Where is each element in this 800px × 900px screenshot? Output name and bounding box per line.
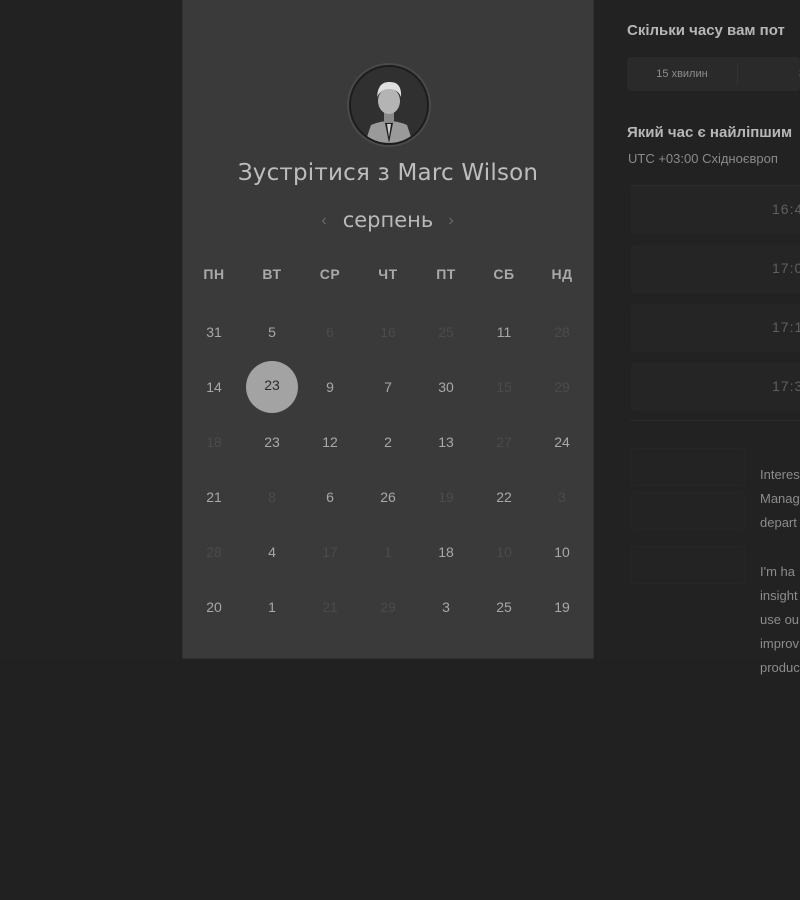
calendar-day[interactable]: 3 xyxy=(420,581,472,633)
placeholder-field xyxy=(630,546,746,584)
calendar-day[interactable]: 24 xyxy=(536,416,588,468)
time-slot-label: 17:3 xyxy=(772,378,800,394)
calendar-day[interactable]: 21 xyxy=(188,471,240,523)
calendar-day[interactable]: 1 xyxy=(246,581,298,633)
calendar-day: 8 xyxy=(268,489,276,505)
calendar-day[interactable]: 10 xyxy=(536,526,588,578)
selected-day[interactable]: 23 xyxy=(246,361,298,413)
time-slot-label: 17:1 xyxy=(772,319,800,335)
calendar-day[interactable]: 31 xyxy=(188,306,240,358)
note-line: Manag xyxy=(760,491,800,506)
placeholder-field xyxy=(630,492,746,530)
calendar-day: 19 xyxy=(438,489,454,505)
calendar-day: 18 xyxy=(206,434,222,450)
calendar-day[interactable]: 7 xyxy=(362,361,414,413)
calendar-day: 10 xyxy=(496,544,512,560)
note-paragraph: I'm ha insight use ou improv produc xyxy=(760,560,800,680)
time-slot-label: 16:4 xyxy=(772,201,800,217)
time-slot[interactable]: 17:3 xyxy=(631,363,800,411)
note-line: Interes xyxy=(760,467,800,482)
time-question: Який час є найліпшим xyxy=(627,124,793,141)
calendar-day: 29 xyxy=(380,599,396,615)
weekday-label: СР xyxy=(319,266,341,282)
calendar-day: 25 xyxy=(438,324,454,340)
timezone-selector[interactable]: UTC +03:00 Східноєвроп xyxy=(628,151,778,166)
note-line: depart xyxy=(760,515,797,530)
weekday-label: ПН xyxy=(203,266,225,282)
calendar-day: 27 xyxy=(496,434,512,450)
weekday-header: ПН ВТ СР ЧТ ПТ СБ НД xyxy=(185,266,591,290)
duration-option-30[interactable]: 30 хви xyxy=(737,57,800,91)
calendar-day: 3 xyxy=(558,489,566,505)
time-slot-label: 17:0 xyxy=(772,260,800,276)
calendar-day: 15 xyxy=(496,379,512,395)
calendar-day: 6 xyxy=(326,324,334,340)
host-note: Interes Manag depart I'm ha insight use … xyxy=(760,463,800,705)
calendar-day: 28 xyxy=(554,324,570,340)
duration-selector: 15 хвилин 30 хви xyxy=(627,57,800,91)
calendar-day[interactable]: 23 xyxy=(246,416,298,468)
duration-option-15[interactable]: 15 хвилин xyxy=(627,57,737,91)
calendar-day[interactable]: 30 xyxy=(420,361,472,413)
calendar-day: 16 xyxy=(380,324,396,340)
calendar-day[interactable]: 22 xyxy=(478,471,530,523)
time-slot[interactable]: 17:1 xyxy=(631,304,800,352)
chevron-right-icon[interactable]: › xyxy=(443,212,459,230)
calendar-day[interactable]: 12 xyxy=(304,416,356,468)
calendar-day[interactable]: 13 xyxy=(420,416,472,468)
calendar-day[interactable]: 5 xyxy=(246,306,298,358)
calendar-day[interactable]: 14 xyxy=(188,361,240,413)
duration-question: Скільки часу вам пот xyxy=(627,22,785,39)
calendar-day[interactable]: 18 xyxy=(420,526,472,578)
weekday-label: ЧТ xyxy=(378,266,398,282)
calendar-day: 28 xyxy=(206,544,222,560)
scheduler-card: Зустрітися з Marc Wilson ‹ серпень › ПН В… xyxy=(183,0,593,658)
calendar-day[interactable]: 2 xyxy=(362,416,414,468)
weekday-label: ПТ xyxy=(436,266,456,282)
time-slot[interactable]: 17:0 xyxy=(631,245,800,293)
booking-details: Скільки часу вам пот 15 хвилин 30 хви Як… xyxy=(594,0,800,675)
calendar-day: 17 xyxy=(322,544,338,560)
note-paragraph: Interes Manag depart xyxy=(760,463,800,535)
calendar-day: 29 xyxy=(554,379,570,395)
month-navigation: ‹ серпень › xyxy=(183,206,593,238)
calendar-day[interactable]: 9 xyxy=(304,361,356,413)
month-label: серпень xyxy=(342,208,434,232)
calendar-day[interactable]: 6 xyxy=(304,471,356,523)
calendar-grid: 31 5 6 16 25 11 28 14 23 9 7 30 15 29 18 23 12 2 13 27 24 21 8… xyxy=(185,300,591,640)
weekday-label: НД xyxy=(551,266,573,282)
page-backdrop xyxy=(0,660,800,900)
calendar-day[interactable]: 25 xyxy=(478,581,530,633)
calendar-day[interactable]: 11 xyxy=(478,306,530,358)
note-line: improv xyxy=(760,636,800,651)
placeholder-field xyxy=(630,448,746,486)
note-line: produc xyxy=(760,660,800,675)
time-slot[interactable]: 16:4 xyxy=(631,186,800,234)
weekday-label: СБ xyxy=(493,266,515,282)
calendar-day[interactable]: 20 xyxy=(188,581,240,633)
calendar-day: 1 xyxy=(384,544,392,560)
calendar-day: 21 xyxy=(322,599,338,615)
calendar-day[interactable]: 26 xyxy=(362,471,414,523)
note-line: use ou xyxy=(760,612,800,627)
note-line: insight xyxy=(760,588,798,603)
calendar-day[interactable]: 4 xyxy=(246,526,298,578)
calendar-day[interactable]: 19 xyxy=(536,581,588,633)
host-avatar xyxy=(349,65,429,145)
note-line: I'm ha xyxy=(760,564,795,579)
meeting-title: Зустрітися з Marc Wilson xyxy=(237,160,539,186)
weekday-label: ВТ xyxy=(262,266,282,282)
divider xyxy=(630,420,800,421)
person-portrait-icon xyxy=(351,67,427,143)
